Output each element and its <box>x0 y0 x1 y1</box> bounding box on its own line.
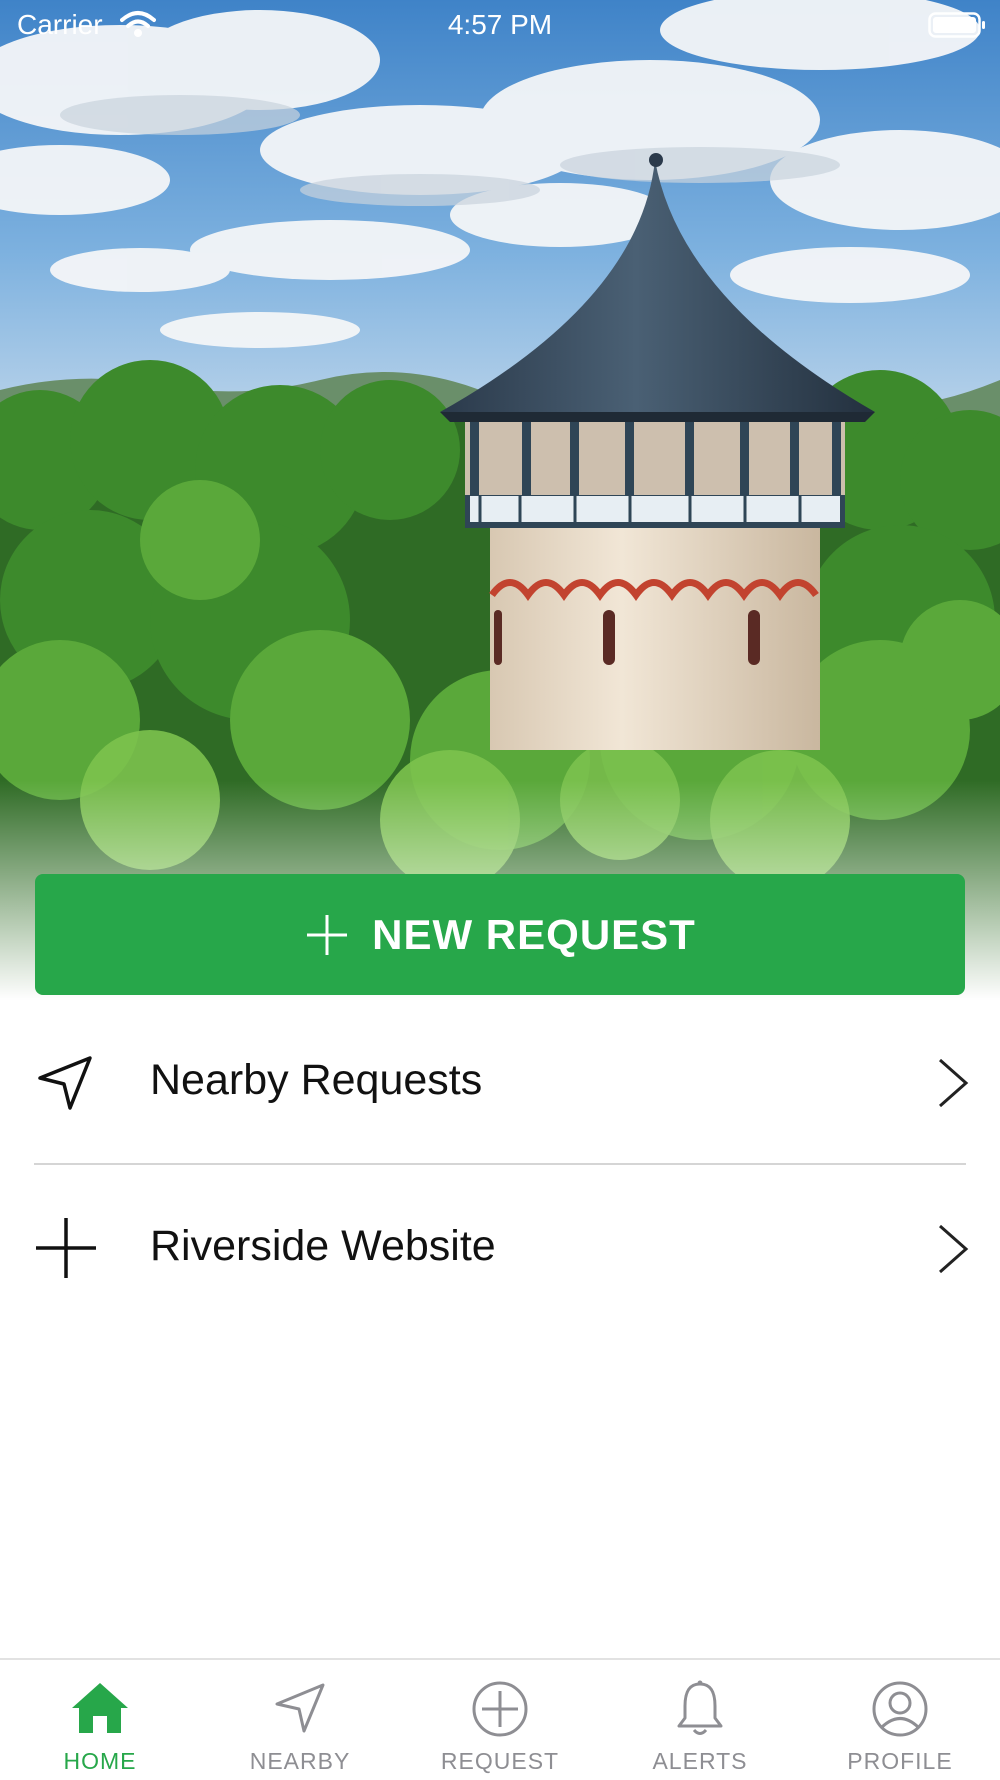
menu-item-label: Riverside Website <box>150 1222 496 1270</box>
new-request-button[interactable]: NEW REQUEST <box>35 874 965 995</box>
tab-label: ALERTS <box>652 1748 748 1774</box>
plus-icon <box>304 912 350 958</box>
menu-item-riverside-website[interactable]: Riverside Website <box>0 1184 1000 1314</box>
location-arrow-icon <box>34 1050 98 1114</box>
menu-item-nearby-requests[interactable]: Nearby Requests <box>0 1018 1000 1148</box>
tab-label: PROFILE <box>847 1748 953 1774</box>
plus-circle-icon <box>471 1680 529 1743</box>
new-request-label: NEW REQUEST <box>372 910 696 958</box>
location-arrow-icon <box>272 1680 328 1741</box>
user-circle-icon <box>871 1680 929 1743</box>
plus-icon <box>34 1216 98 1280</box>
hero-image <box>0 0 1000 1000</box>
chevron-right-icon <box>936 1056 970 1115</box>
tab-label: HOME <box>63 1748 137 1774</box>
menu-divider <box>34 1163 966 1165</box>
tab-alerts[interactable]: ALERTS <box>600 1660 800 1780</box>
tab-profile[interactable]: PROFILE <box>800 1660 1000 1780</box>
home-icon <box>69 1680 131 1741</box>
clock: 4:57 PM <box>447 9 553 40</box>
status-bar: Carrier 4:57 PM <box>0 0 1000 52</box>
tab-label: NEARBY <box>249 1748 351 1774</box>
tab-label: REQUEST <box>440 1748 560 1774</box>
tab-bar: HOME NEARBY REQUEST ALERTS PROFILE <box>0 1658 1000 1780</box>
tab-request[interactable]: REQUEST <box>400 1660 600 1780</box>
tab-home[interactable]: HOME <box>0 1660 200 1780</box>
tab-nearby[interactable]: NEARBY <box>200 1660 400 1780</box>
chevron-right-icon <box>936 1222 970 1281</box>
menu-item-label: Nearby Requests <box>150 1056 483 1104</box>
bell-icon <box>675 1680 725 1743</box>
battery-icon <box>928 12 986 45</box>
